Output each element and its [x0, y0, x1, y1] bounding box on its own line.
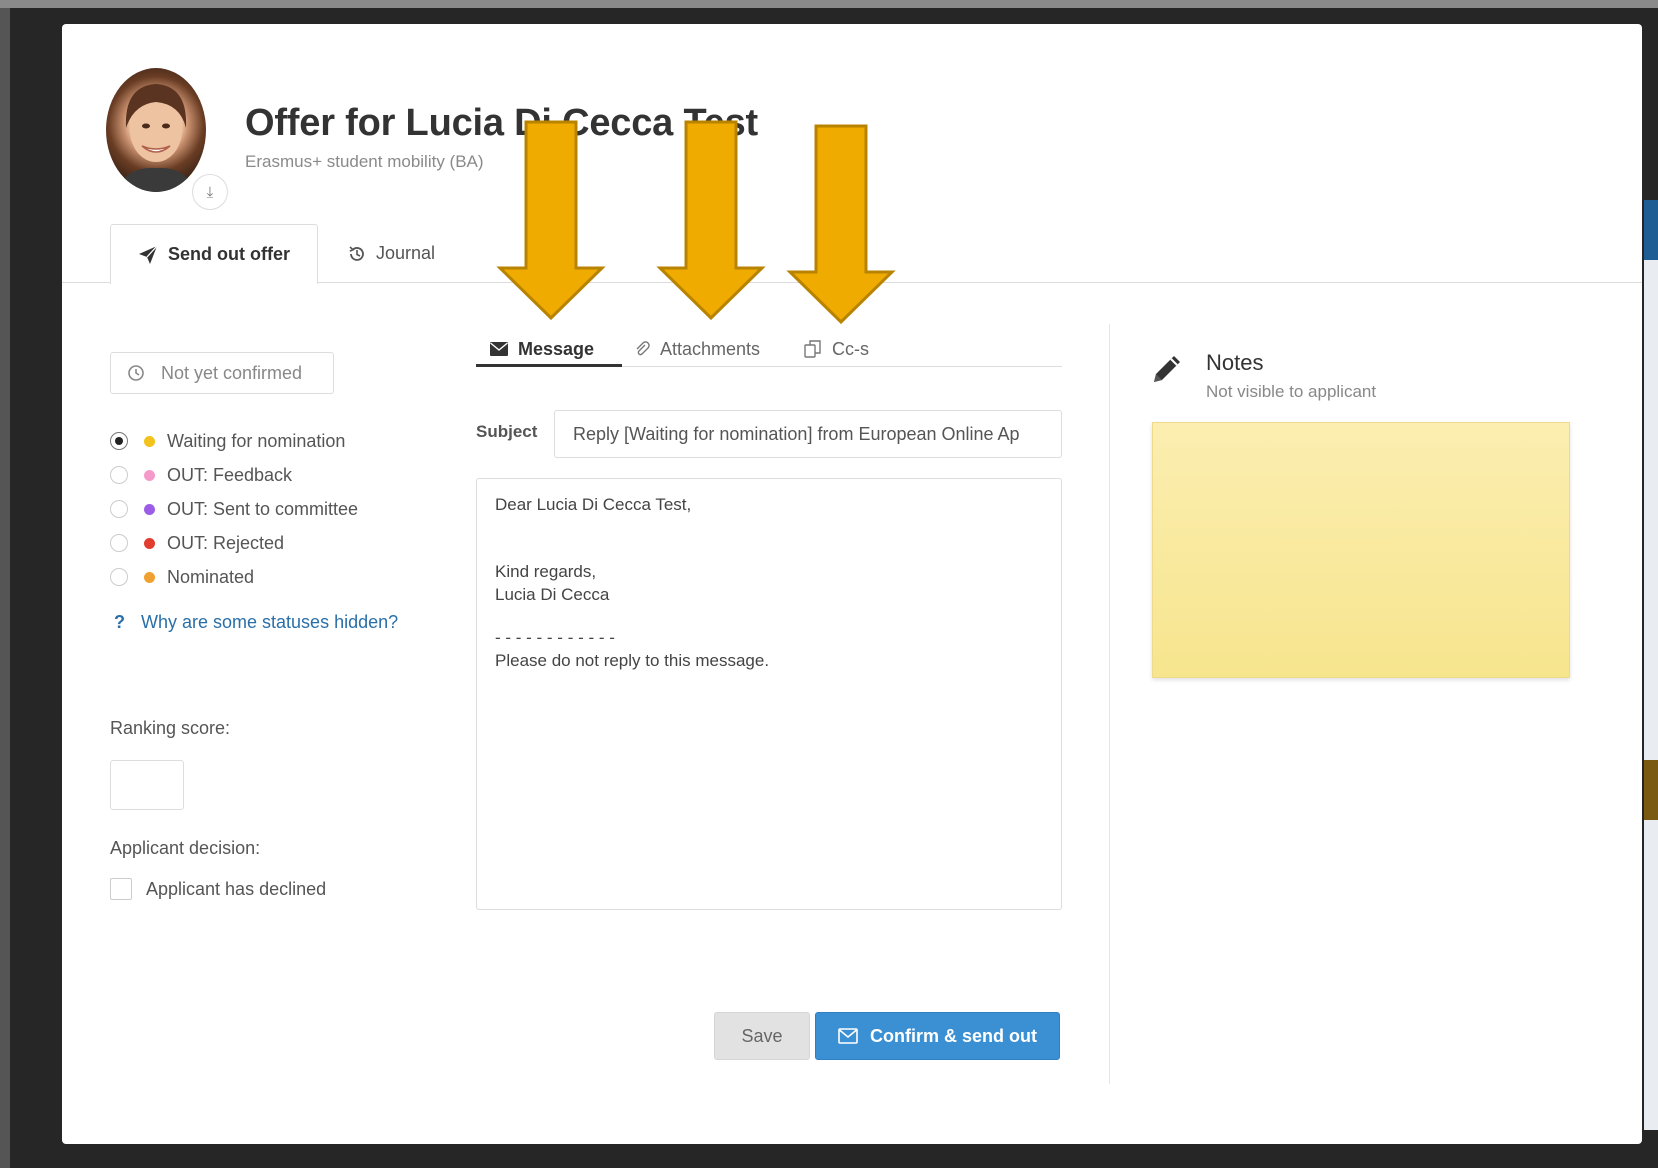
applicant-decision-label: Applicant decision: — [110, 838, 261, 858]
backdrop-left-bar — [0, 8, 10, 1168]
status-radio[interactable] — [110, 534, 128, 552]
status-label: OUT: Sent to committee — [167, 498, 359, 519]
status-radio[interactable] — [110, 500, 128, 518]
background-gold-block — [1644, 760, 1658, 820]
confirmation-status-label: Not yet confirmed — [161, 362, 303, 383]
status-radio[interactable] — [110, 568, 128, 586]
status-label: Nominated — [167, 566, 255, 587]
download-icon: ⤓ — [206, 183, 214, 201]
paperclip-icon — [636, 341, 650, 356]
background-blue-block — [1644, 200, 1658, 260]
status-color-dot — [144, 435, 155, 447]
message-footer: Please do not reply to this message. — [495, 651, 770, 670]
confirmation-status-badge: Not yet confirmed — [110, 352, 334, 394]
annotation-arrow-icon — [496, 120, 606, 320]
applicant-declined-option[interactable]: Applicant has declined — [110, 878, 326, 900]
status-label: OUT: Feedback — [167, 464, 293, 485]
tab-message-label: Message — [518, 338, 595, 359]
avatar-download-button[interactable]: ⤓ — [192, 174, 228, 210]
ranking-score-label: Ranking score: — [110, 718, 231, 738]
subject-label: Subject — [476, 422, 538, 441]
copy-icon — [804, 340, 821, 358]
confirm-send-out-button[interactable]: Confirm & send out — [815, 1012, 1060, 1060]
question-icon: ? — [114, 612, 125, 632]
page-subtitle: Erasmus+ student mobility (BA) — [245, 152, 484, 171]
status-option-out-rejected[interactable]: OUT: Rejected — [110, 526, 358, 560]
hidden-statuses-help-link[interactable]: ? Why are some statuses hidden? — [114, 612, 398, 633]
tab-journal[interactable]: Journal — [348, 224, 435, 283]
message-greeting: Dear Lucia Di Cecca Test, — [495, 495, 692, 514]
hidden-statuses-help-label: Why are some statuses hidden? — [141, 612, 399, 632]
save-button[interactable]: Save — [714, 1012, 810, 1060]
tab-message[interactable]: Message — [490, 332, 594, 366]
status-option-out-sent-to-committee[interactable]: OUT: Sent to committee — [110, 492, 358, 526]
envelope-icon — [490, 342, 508, 356]
tab-journal-label: Journal — [376, 243, 436, 263]
avatar — [106, 68, 206, 192]
status-color-dot — [144, 571, 155, 583]
status-color-dot — [144, 503, 155, 515]
notes-subtitle: Not visible to applicant — [1206, 382, 1377, 401]
status-color-dot — [144, 537, 155, 549]
column-divider — [1109, 324, 1110, 1084]
tab-send-out-offer[interactable]: Send out offer — [110, 224, 318, 284]
message-closing: Kind regards, — [495, 562, 597, 581]
person-icon — [116, 84, 196, 192]
envelope-icon — [838, 1028, 858, 1044]
status-radio-group: Waiting for nomination OUT: Feedback OUT… — [110, 424, 358, 594]
message-body-editor[interactable]: Dear Lucia Di Cecca Test, Kind regards, … — [476, 478, 1062, 910]
status-radio[interactable] — [110, 466, 128, 484]
ranking-score-input[interactable] — [110, 760, 184, 810]
background-page-strip — [1644, 200, 1658, 1130]
status-color-dot — [144, 469, 155, 481]
status-radio[interactable] — [110, 432, 128, 450]
notes-title: Notes — [1206, 350, 1264, 375]
history-icon — [349, 245, 364, 261]
tab-ccs[interactable]: Cc-s — [804, 332, 869, 366]
status-option-nominated[interactable]: Nominated — [110, 560, 358, 594]
active-tab-indicator — [476, 364, 622, 367]
applicant-declined-checkbox[interactable] — [110, 878, 132, 900]
pencil-icon — [1154, 356, 1180, 382]
message-sender: Lucia Di Cecca — [495, 585, 610, 604]
tab-attachments[interactable]: Attachments — [634, 332, 760, 366]
applicant-declined-label: Applicant has declined — [146, 878, 327, 899]
status-option-waiting-for-nomination[interactable]: Waiting for nomination — [110, 424, 358, 458]
clock-icon — [128, 365, 144, 381]
backdrop-top-bar — [0, 0, 1658, 8]
tab-attachments-label: Attachments — [660, 338, 761, 359]
tab-ccs-label: Cc-s — [832, 338, 869, 359]
status-option-out-feedback[interactable]: OUT: Feedback — [110, 458, 358, 492]
subject-input[interactable] — [554, 410, 1062, 458]
message-separator: - - - - - - - - - - - - — [495, 628, 615, 647]
notes-sticky-area[interactable] — [1152, 422, 1570, 678]
annotation-arrow-icon — [786, 124, 896, 324]
offer-modal: ⤓ Offer for Lucia Di Cecca Test Erasmus+… — [62, 24, 1642, 1144]
tab-send-out-offer-label: Send out offer — [168, 244, 290, 264]
annotation-arrow-icon — [656, 120, 766, 320]
status-label: OUT: Rejected — [167, 532, 285, 553]
status-label: Waiting for nomination — [167, 430, 346, 451]
paper-plane-icon — [139, 245, 158, 264]
confirm-send-out-label: Confirm & send out — [870, 1025, 1037, 1046]
